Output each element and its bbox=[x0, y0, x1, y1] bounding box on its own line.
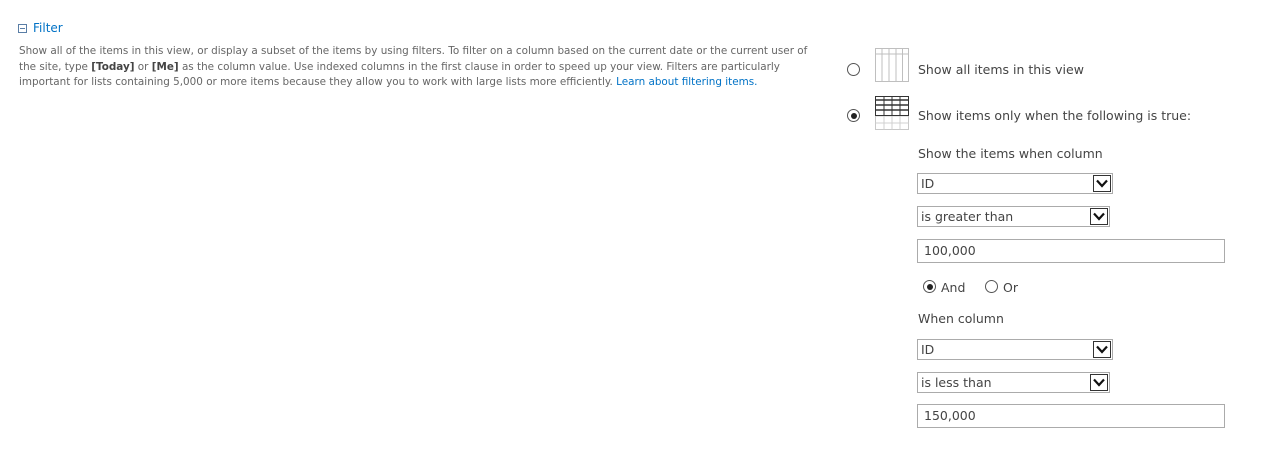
clause2-label: When column bbox=[918, 311, 1004, 326]
clause1-value-input[interactable]: 100,000 bbox=[917, 239, 1225, 263]
chevron-down-icon[interactable] bbox=[1090, 374, 1108, 391]
or-label[interactable]: Or bbox=[1003, 280, 1018, 295]
me-token: [Me] bbox=[151, 60, 179, 73]
today-token: [Today] bbox=[91, 60, 135, 73]
clause1-column-select[interactable]: ID bbox=[917, 173, 1113, 194]
learn-filtering-link[interactable]: Learn about filtering items. bbox=[616, 76, 757, 88]
clause2-operator-value: is less than bbox=[921, 375, 992, 390]
and-label[interactable]: And bbox=[941, 280, 965, 295]
collapse-minus-icon[interactable] bbox=[18, 23, 27, 33]
clause1-column-value: ID bbox=[921, 176, 935, 191]
and-radio[interactable] bbox=[923, 280, 936, 293]
clause2-column-value: ID bbox=[921, 342, 935, 357]
filter-description: Show all of the items in this view, or d… bbox=[19, 44, 824, 91]
clause1-operator-select[interactable]: is greater than bbox=[917, 206, 1110, 227]
show-all-radio[interactable] bbox=[847, 63, 860, 76]
clause1-label: Show the items when column bbox=[918, 146, 1103, 161]
chevron-down-icon[interactable] bbox=[1090, 208, 1108, 225]
clause2-column-select[interactable]: ID bbox=[917, 339, 1113, 360]
clause2-value-input[interactable]: 150,000 bbox=[917, 404, 1225, 428]
chevron-down-icon[interactable] bbox=[1093, 341, 1111, 358]
show-all-label[interactable]: Show all items in this view bbox=[918, 62, 1084, 77]
show-filtered-radio[interactable] bbox=[847, 109, 860, 122]
section-title[interactable]: Filter bbox=[33, 21, 63, 35]
show-filtered-label[interactable]: Show items only when the following is tr… bbox=[918, 108, 1191, 123]
filtered-grid-icon bbox=[875, 96, 909, 134]
clause1-operator-value: is greater than bbox=[921, 209, 1014, 224]
or-radio[interactable] bbox=[985, 280, 998, 293]
filter-section-header[interactable]: Filter bbox=[18, 21, 63, 35]
description-or: or bbox=[134, 60, 152, 73]
grid-view-icon bbox=[875, 48, 909, 86]
clause2-operator-select[interactable]: is less than bbox=[917, 372, 1110, 393]
chevron-down-icon[interactable] bbox=[1093, 175, 1111, 192]
